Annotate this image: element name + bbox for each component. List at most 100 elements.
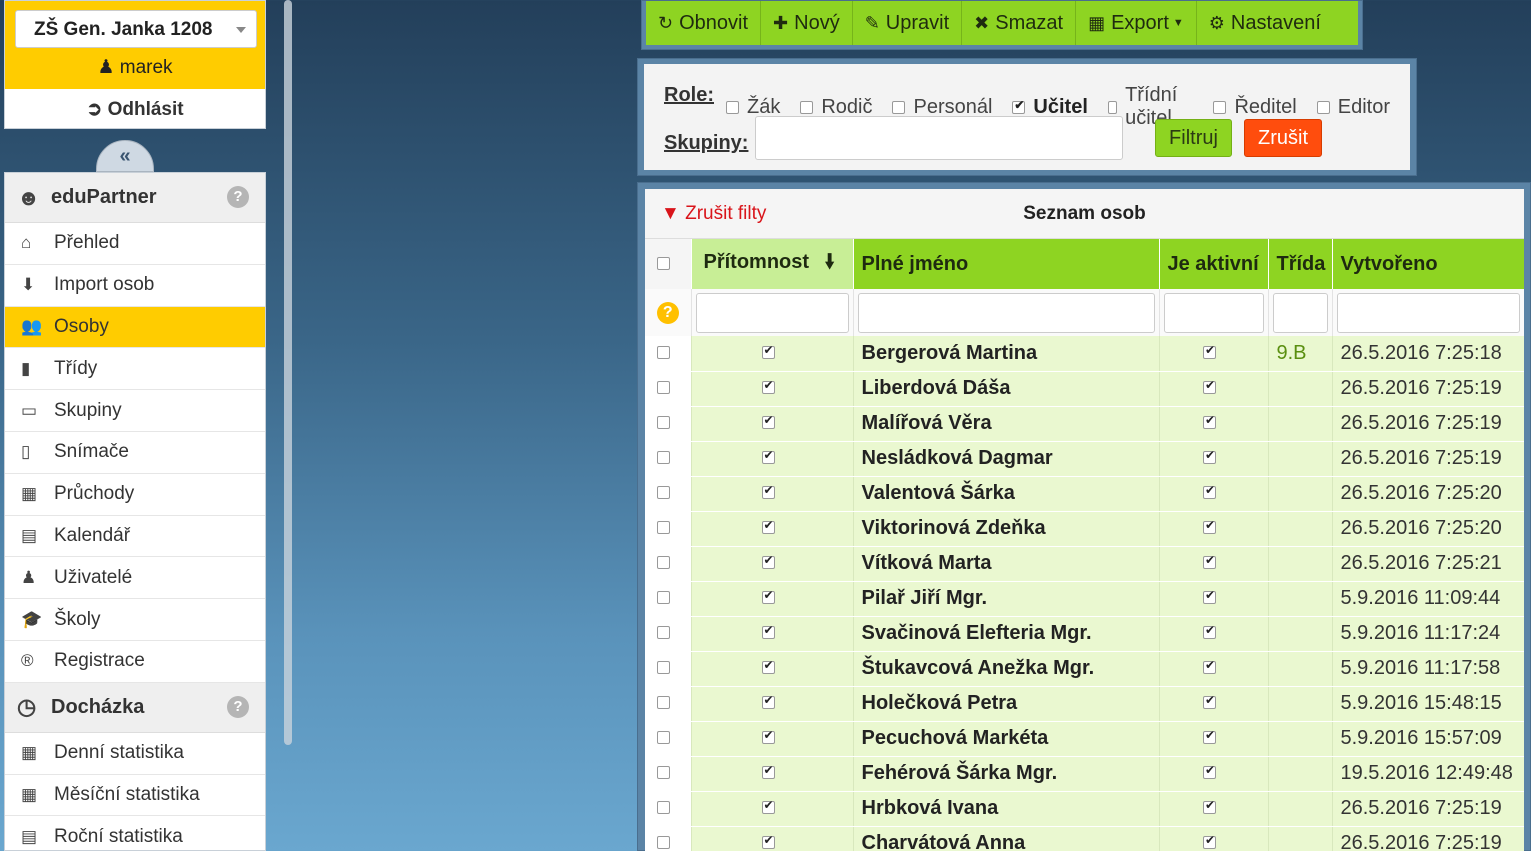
sidebar-item[interactable]: ⬇ Import osob (5, 265, 265, 307)
sidebar-item[interactable]: ▯ Snímače (5, 432, 265, 474)
active-checkbox[interactable] (1203, 413, 1216, 429)
active-checkbox[interactable] (1203, 553, 1216, 569)
active-checkbox[interactable] (1203, 833, 1216, 849)
filter-input-active[interactable] (1163, 292, 1264, 333)
role-checkbox[interactable] (892, 100, 906, 114)
sidebar-item[interactable]: ▦ Průchody (5, 474, 265, 516)
help-icon[interactable]: ? (227, 186, 249, 208)
filter-input-class[interactable] (1272, 292, 1328, 333)
presence-checkbox[interactable] (761, 763, 775, 779)
settings-button[interactable]: ⚙ Nastavení (1197, 1, 1333, 45)
table-row[interactable]: Malířová Věra 26.5.2016 7:25:19 (645, 406, 1524, 442)
table-row[interactable]: Charvátová Anna 26.5.2016 7:25:19 (645, 826, 1524, 851)
role-checkbox[interactable] (800, 100, 814, 114)
table-row[interactable]: Viktorinová Zdeňka 26.5.2016 7:25:20 (645, 511, 1524, 547)
presence-checkbox[interactable] (761, 343, 775, 359)
column-header-presence[interactable]: Přítomnost 🠛 (691, 239, 854, 289)
presence-checkbox[interactable] (761, 483, 775, 499)
filter-input-presence[interactable] (695, 292, 849, 333)
row-select-checkbox[interactable] (657, 591, 671, 604)
role-checkbox[interactable] (1107, 100, 1118, 114)
active-checkbox[interactable] (1203, 623, 1216, 639)
sidebar-item[interactable]: ⌂ Přehled (5, 223, 265, 265)
row-select-checkbox[interactable] (657, 766, 671, 779)
collapse-sidebar-button[interactable]: « (96, 140, 154, 172)
row-select-checkbox[interactable] (657, 416, 671, 429)
active-checkbox[interactable] (1203, 728, 1216, 744)
table-row[interactable]: Svačinová Elefteria Mgr. 5.9.2016 11:17:2… (645, 616, 1524, 652)
active-checkbox[interactable] (1203, 588, 1216, 604)
sidebar-section-edupartner[interactable]: ☻ eduPartner ? (5, 173, 265, 223)
role-checkbox[interactable] (1012, 98, 1026, 114)
logout-button[interactable]: ➲ Odhlásit (5, 89, 265, 129)
sidebar-item[interactable]: ▭ Skupiny (5, 390, 265, 432)
clear-filters-button[interactable]: ▼ Zrušit filty (661, 203, 766, 225)
apply-filter-button[interactable]: Filtruj (1155, 119, 1232, 157)
sidebar-item[interactable]: 🎓 Školy (5, 599, 265, 641)
sidebar-item[interactable]: ▤ Kalendář (5, 516, 265, 558)
active-checkbox[interactable] (1203, 798, 1216, 814)
row-select-checkbox[interactable] (657, 451, 671, 464)
column-header-class[interactable]: Třída (1268, 239, 1333, 289)
sidebar-item[interactable]: ® Registrace (5, 641, 265, 683)
table-row[interactable]: Pecuchová Markéta 5.9.2016 15:57:09 (645, 721, 1524, 757)
role-checkbox[interactable] (726, 100, 739, 114)
active-checkbox[interactable] (1203, 483, 1216, 499)
row-select-checkbox[interactable] (657, 626, 671, 639)
help-icon[interactable]: ? (227, 695, 249, 718)
sidebar-item[interactable]: 👥 Osoby (5, 306, 265, 349)
presence-checkbox[interactable] (761, 553, 775, 569)
column-header-full-name[interactable]: Plné jméno (853, 239, 1160, 289)
checkbox[interactable] (657, 256, 671, 270)
cancel-filter-button[interactable]: Zrušit (1244, 119, 1322, 157)
page-scrollbar[interactable] (284, 0, 292, 745)
filter-help[interactable]: ? (645, 289, 692, 336)
role-option[interactable]: Editor (1316, 84, 1390, 130)
table-row[interactable]: Bergerová Martina 9.B26.5.2016 7:25:18 (645, 336, 1524, 372)
groups-input[interactable] (755, 116, 1123, 160)
active-checkbox[interactable] (1203, 518, 1216, 534)
row-select-checkbox[interactable] (657, 696, 671, 709)
table-row[interactable]: Pilař Jiří Mgr. 5.9.2016 11:09:44 (645, 581, 1524, 617)
presence-checkbox[interactable] (761, 623, 775, 639)
table-row[interactable]: Hrbková Ivana 26.5.2016 7:25:19 (645, 791, 1524, 827)
table-row[interactable]: Valentová Šárka 26.5.2016 7:25:20 (645, 476, 1524, 512)
active-checkbox[interactable] (1203, 448, 1216, 464)
row-select-checkbox[interactable] (657, 345, 671, 359)
row-select-checkbox[interactable] (657, 731, 671, 744)
school-select[interactable]: ZŠ Gen. Janka 1208 (15, 10, 257, 48)
column-header-active[interactable]: Je aktivní (1159, 239, 1269, 289)
presence-checkbox[interactable] (761, 518, 775, 534)
sidebar-item[interactable]: ▦ Denní statistika (5, 733, 265, 775)
row-select-checkbox[interactable] (657, 661, 671, 674)
table-row[interactable]: Nesládková Dagmar 26.5.2016 7:25:19 (645, 441, 1524, 477)
column-header-created[interactable]: Vytvořeno (1332, 239, 1524, 289)
active-checkbox[interactable] (1203, 658, 1216, 674)
active-checkbox[interactable] (1203, 693, 1216, 709)
sidebar-item[interactable]: ▤ Roční statistika (5, 816, 265, 850)
presence-checkbox[interactable] (761, 588, 775, 604)
table-row[interactable]: Holečková Petra 5.9.2016 15:48:15 (645, 686, 1524, 722)
refresh-button[interactable]: ↻ Obnovit (646, 1, 762, 45)
edit-button[interactable]: ✎ Upravit (853, 1, 963, 45)
presence-checkbox[interactable] (761, 448, 775, 464)
role-checkbox[interactable] (1316, 100, 1330, 114)
active-checkbox[interactable] (1203, 343, 1216, 359)
new-button[interactable]: ✚ Nový (761, 1, 853, 45)
table-row[interactable]: Vítková Marta 26.5.2016 7:25:21 (645, 546, 1524, 582)
presence-checkbox[interactable] (761, 413, 775, 429)
filter-input-name[interactable] (857, 292, 1155, 333)
sidebar-item[interactable]: ▮ Třídy (5, 348, 265, 391)
table-row[interactable]: Štukavcová Anežka Mgr. 5.9.2016 11:17:58 (645, 651, 1524, 687)
row-select-checkbox[interactable] (657, 556, 671, 569)
presence-checkbox[interactable] (761, 833, 775, 849)
table-row[interactable]: Liberdová Dáša 26.5.2016 7:25:19 (645, 371, 1524, 407)
presence-checkbox[interactable] (761, 378, 775, 394)
row-select-checkbox[interactable] (657, 521, 671, 534)
sidebar-item[interactable]: ▦ Měsíční statistika (5, 775, 265, 817)
active-checkbox[interactable] (1203, 763, 1216, 779)
filter-input-created[interactable] (1336, 292, 1520, 333)
delete-button[interactable]: ✖ Smazat (962, 1, 1077, 45)
current-user[interactable]: ♟ marek (5, 56, 265, 79)
table-row[interactable]: Fehérová Šárka Mgr. 19.5.2016 12:49:48 (645, 756, 1524, 792)
